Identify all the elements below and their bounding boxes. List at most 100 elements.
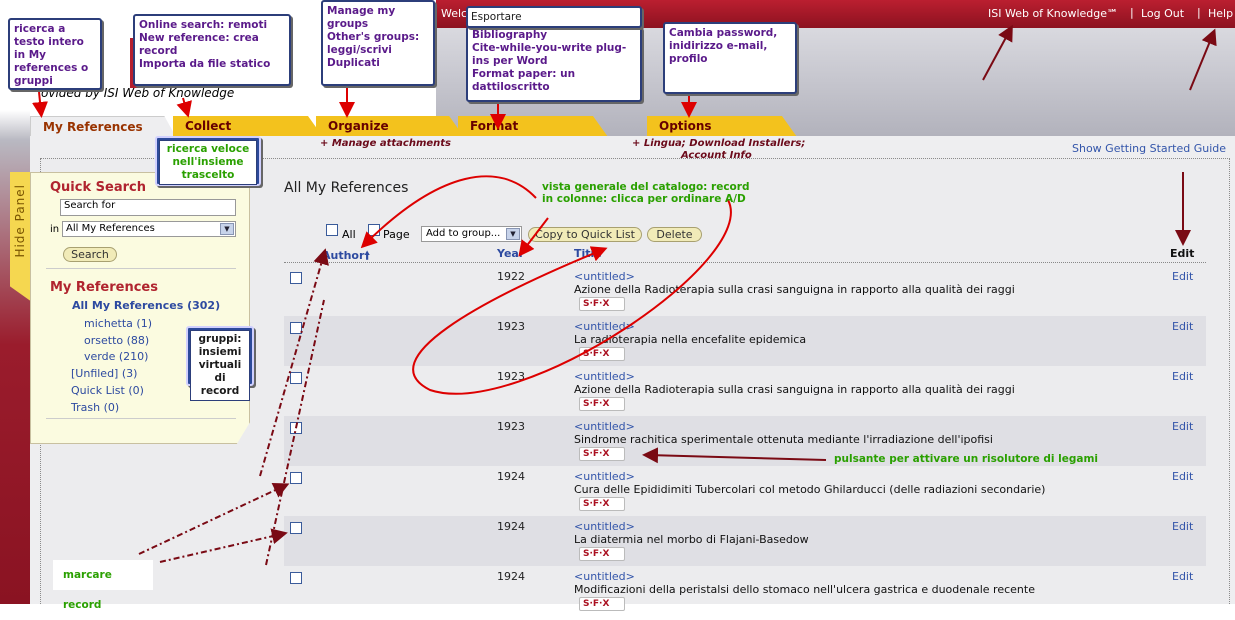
tab-label: Organize — [328, 119, 389, 133]
note-mark-records: marcare record — [53, 560, 153, 611]
note-resolver: pulsante per attivare un risolutore di l… — [834, 453, 1099, 465]
row-checkbox[interactable] — [290, 272, 302, 284]
callout-export-heading: Esportare — [466, 6, 642, 28]
manage-attachments-link[interactable]: + Manage attachments — [320, 138, 451, 149]
sidebar-item-trash[interactable]: Trash (0) — [71, 401, 119, 414]
logout-link[interactable]: Log Out — [1141, 7, 1184, 20]
row-checkbox[interactable] — [290, 372, 302, 384]
row-edit-link[interactable]: Edit — [1172, 370, 1193, 383]
callout-groups: gruppi: insiemi virtuali di record — [186, 326, 254, 401]
tab-label: Options — [659, 119, 712, 133]
callout-text: Online search: remoti New reference: cre… — [139, 19, 271, 70]
row-checkbox[interactable] — [290, 522, 302, 534]
row-year: 1924 — [497, 470, 525, 483]
link-separator: | — [1197, 6, 1201, 19]
select-all-checkbox[interactable] — [326, 224, 338, 236]
help-link[interactable]: Help — [1208, 7, 1233, 20]
callout-text: Manage my groups Other's groups: leggi/s… — [327, 5, 420, 69]
row-checkbox[interactable] — [290, 322, 302, 334]
chevron-down-icon: ▼ — [220, 223, 234, 235]
divider — [46, 418, 236, 419]
callout-text: Esportare — [471, 11, 522, 23]
row-untitled-link[interactable]: <untitled> — [574, 320, 635, 333]
callout-options: Cambia password, inidirizzo e-mail, prof… — [663, 22, 797, 94]
sfx-resolver-button[interactable]: S·F·X — [579, 397, 625, 411]
hide-panel-tab[interactable]: Hide Panel — [10, 172, 32, 302]
search-button[interactable]: Search — [63, 247, 117, 262]
row-untitled-link[interactable]: <untitled> — [574, 370, 635, 383]
tab-organize[interactable]: Organize — [316, 116, 464, 137]
getting-started-link[interactable]: Show Getting Started Guide — [1072, 142, 1226, 155]
isi-wok-link[interactable]: ISI Web of Knowledge℠ — [988, 7, 1118, 20]
sfx-resolver-button[interactable]: S·F·X — [579, 297, 625, 311]
row-checkbox[interactable] — [290, 422, 302, 434]
tab-my-references[interactable]: My References — [30, 116, 176, 137]
callout-collect: Online search: remoti New reference: cre… — [133, 14, 291, 86]
tab-label: Format — [470, 119, 519, 133]
sfx-resolver-button[interactable]: S·F·X — [579, 347, 625, 361]
callout-text: gruppi: insiemi virtuali di record — [190, 330, 250, 401]
sfx-resolver-button[interactable]: S·F·X — [579, 547, 625, 561]
row-untitled-link[interactable]: <untitled> — [574, 570, 635, 583]
callout-full-text-search: ricerca a testo intero in My references … — [8, 18, 102, 90]
select-page-checkbox[interactable] — [368, 224, 380, 236]
row-untitled-link[interactable]: <untitled> — [574, 520, 635, 533]
row-edit-link[interactable]: Edit — [1172, 470, 1193, 483]
page-label: Page — [383, 228, 410, 241]
copy-to-quick-list-button[interactable]: Copy to Quick List — [528, 227, 642, 242]
page-title: All My References — [284, 180, 409, 196]
link-separator: | — [1130, 6, 1134, 19]
sidebar-item-all[interactable]: All My References (302) — [72, 299, 220, 312]
tab-format[interactable]: Format — [458, 116, 608, 137]
callout-quick-search: ricerca veloce nell'insieme trascelto — [155, 136, 261, 186]
header-rule — [284, 262, 1206, 263]
row-untitled-link[interactable]: <untitled> — [574, 270, 635, 283]
tab-label: My References — [43, 120, 143, 134]
row-edit-link[interactable]: Edit — [1172, 320, 1193, 333]
row-edit-link[interactable]: Edit — [1172, 520, 1193, 533]
row-title: La radioterapia nella encefalite epidemi… — [574, 333, 807, 346]
sfx-resolver-button[interactable]: S·F·X — [579, 497, 625, 511]
quick-search-input[interactable]: Search for — [60, 199, 236, 216]
sidebar-item-verde[interactable]: verde (210) — [84, 350, 148, 363]
row-title: La diatermia nel morbo di Flajani-Basedo… — [574, 533, 809, 546]
row-checkbox[interactable] — [290, 472, 302, 484]
tab-options[interactable]: Options — [647, 116, 797, 137]
sidebar-item-unfiled[interactable]: [Unfiled] (3) — [71, 367, 137, 380]
row-title: Modificazioni della peristalsi dello sto… — [574, 583, 1035, 596]
sidebar-item-orsetto[interactable]: orsetto (88) — [84, 334, 149, 347]
row-checkbox[interactable] — [290, 572, 302, 584]
row-untitled-link[interactable]: <untitled> — [574, 470, 635, 483]
sidebar-item-quick-list[interactable]: Quick List (0) — [71, 384, 144, 397]
tab-collect[interactable]: Collect — [173, 116, 323, 137]
column-label: Author — [322, 249, 365, 262]
search-scope-select[interactable]: All My References ▼ — [62, 221, 236, 237]
welcome-text: Welc — [441, 7, 468, 20]
delete-button[interactable]: Delete — [647, 227, 702, 242]
callout-text: ricerca a testo intero in My references … — [14, 23, 89, 87]
add-to-group-select[interactable]: Add to group... ▼ — [421, 226, 522, 242]
row-edit-link[interactable]: Edit — [1172, 420, 1193, 433]
row-title: Sindrome rachitica sperimentale ottenuta… — [574, 433, 993, 446]
divider — [46, 268, 236, 269]
tab-label: Collect — [185, 119, 232, 133]
row-year: 1923 — [497, 370, 525, 383]
column-author[interactable]: Author🠙 — [322, 247, 370, 266]
callout-text: Bibliography Cite-while-you-write plug-i… — [472, 29, 627, 93]
column-year[interactable]: Year — [497, 247, 524, 260]
options-sublink[interactable]: + Lingua; Download Installers; — [632, 138, 805, 149]
sidebar-item-michetta[interactable]: michetta (1) — [84, 317, 152, 330]
sfx-resolver-button[interactable]: S·F·X — [579, 597, 625, 611]
scope-value: All My References — [66, 223, 155, 234]
row-edit-link[interactable]: Edit — [1172, 570, 1193, 583]
row-year: 1923 — [497, 420, 525, 433]
my-references-title: My References — [50, 280, 158, 295]
sfx-resolver-button[interactable]: S·F·X — [579, 447, 625, 461]
arrow — [176, 97, 192, 118]
sort-up-icon: 🠙 — [364, 249, 370, 262]
column-edit: Edit — [1170, 247, 1195, 260]
quick-search-title: Quick Search — [50, 180, 146, 195]
row-edit-link[interactable]: Edit — [1172, 270, 1193, 283]
column-title[interactable]: Title — [574, 247, 602, 260]
row-untitled-link[interactable]: <untitled> — [574, 420, 635, 433]
